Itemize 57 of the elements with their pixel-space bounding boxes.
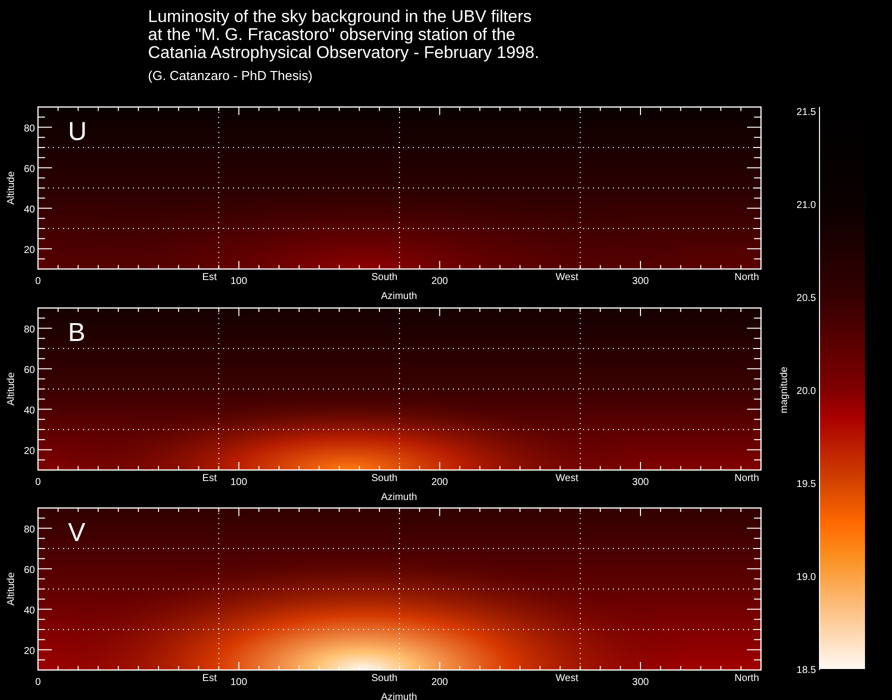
tick-label: 20: [24, 446, 35, 457]
tick-label: 40: [24, 405, 35, 416]
tick-label: 300: [632, 477, 649, 488]
tick-label: 80: [24, 324, 35, 336]
panel-label: B: [68, 317, 86, 347]
axis-title: Azimuth: [380, 492, 418, 503]
direction-label: West: [556, 673, 578, 684]
axis-title: Altitude: [6, 171, 17, 205]
axis-title: magnitude: [779, 366, 790, 414]
axis-title: Azimuth: [380, 692, 418, 700]
tick-label: 100: [230, 276, 248, 287]
direction-label: South: [371, 272, 398, 283]
chart-subtitle: (G. Catanzaro - PhD Thesis): [148, 68, 312, 83]
tick-label: 0: [35, 276, 41, 287]
tick-label: 80: [24, 524, 35, 536]
axis-title: Azimuth: [380, 291, 418, 302]
tick-label: 60: [24, 164, 35, 175]
tick-label: 60: [24, 364, 35, 376]
tick-label: 21.0: [796, 200, 816, 211]
direction-label: Est: [202, 272, 217, 283]
direction-label: North: [734, 272, 759, 283]
tick-label: 40: [24, 605, 35, 616]
tick-label: 80: [24, 123, 35, 134]
panel-label: U: [68, 116, 87, 146]
tick-label: 200: [431, 477, 448, 488]
tick-label: 20: [24, 244, 35, 256]
axis-title: Altitude: [6, 572, 17, 606]
chart-title: Catania Astrophysical Observatory - February 1998.: [148, 43, 540, 62]
tick-label: 100: [230, 677, 248, 688]
tick-label: 20.0: [796, 386, 816, 397]
tick-label: 20.5: [796, 293, 816, 304]
tick-label: 200: [431, 677, 448, 688]
tick-label: 18.5: [796, 665, 816, 676]
panel-label: V: [68, 517, 86, 547]
tick-label: 20: [24, 646, 35, 657]
tick-label: 300: [632, 677, 649, 688]
chart-title: Luminosity of the sky background in the UBV filters: [148, 7, 532, 26]
direction-label: West: [556, 272, 578, 283]
tick-label: 19.0: [796, 572, 816, 583]
direction-label: North: [734, 473, 759, 484]
tick-label: 300: [632, 276, 649, 287]
tick-label: 0: [35, 477, 41, 488]
tick-label: 200: [431, 276, 448, 287]
tick-label: 19.5: [796, 479, 816, 490]
tick-label: 100: [230, 477, 248, 488]
tick-label: 40: [24, 204, 35, 216]
direction-label: Est: [202, 673, 217, 684]
tick-label: 21.5: [796, 107, 816, 118]
chart-title: at the "M. G. Fracastoro" observing station of the: [148, 25, 516, 44]
direction-label: North: [734, 673, 759, 684]
axis-title: Altitude: [6, 372, 17, 406]
tick-label: 0: [35, 677, 41, 688]
direction-label: West: [556, 473, 578, 484]
direction-label: Est: [202, 473, 217, 484]
tick-label: 60: [24, 564, 35, 576]
direction-label: South: [371, 673, 398, 684]
direction-label: South: [371, 473, 398, 484]
